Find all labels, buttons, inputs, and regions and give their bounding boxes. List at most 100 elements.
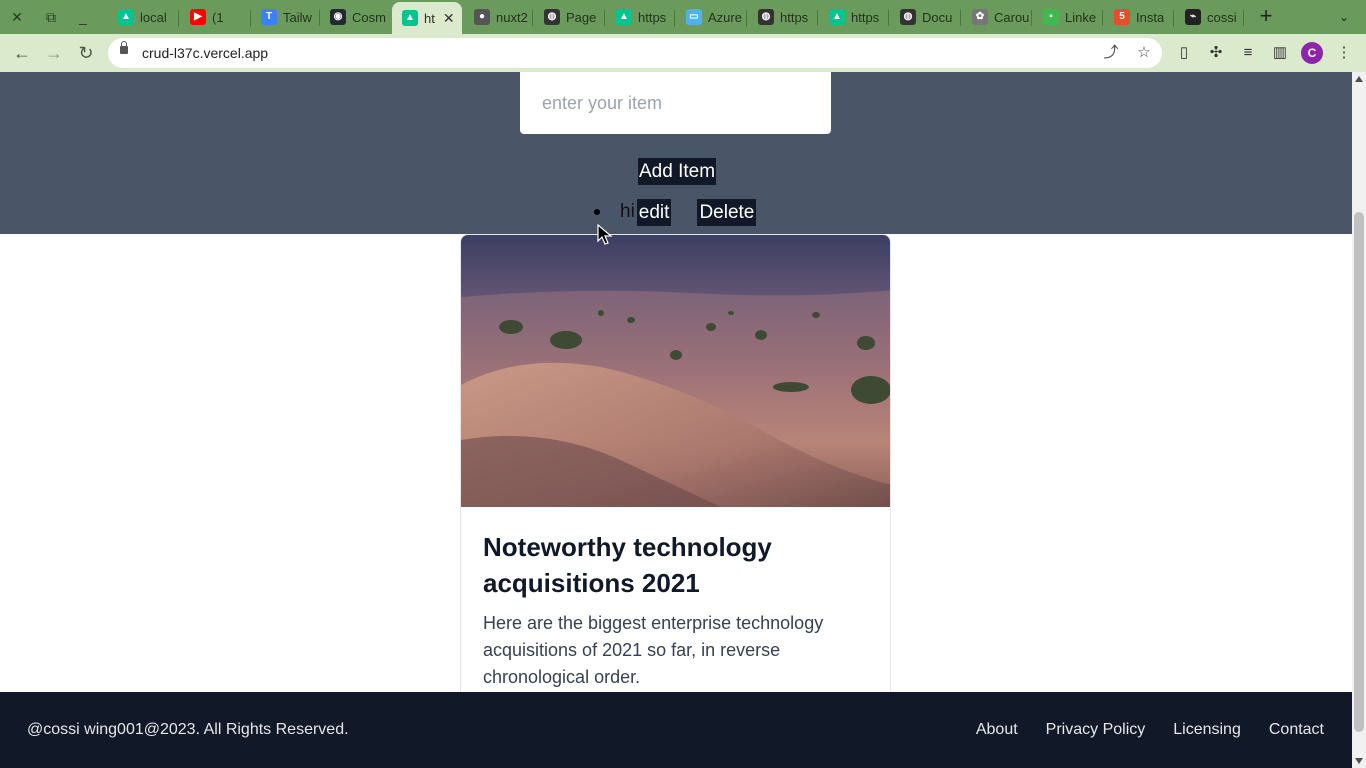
address-bar[interactable]: crud-l37c.vercel.app ⤴ ☆: [108, 38, 1162, 68]
tab-separator: [960, 10, 961, 26]
tab-title: Carou: [994, 9, 1029, 25]
page-viewport: Add Item hi edit Delete: [0, 72, 1352, 768]
tab-search-chevron-icon[interactable]: ⌄: [1333, 6, 1355, 28]
card-title: Noteworthy technology acquisitions 2021: [483, 532, 772, 598]
forward-arrow-icon[interactable]: →: [40, 39, 68, 67]
footer-copyright: @cossi wing001@2023. All Rights Reserved…: [27, 721, 349, 738]
item-input[interactable]: [520, 72, 831, 134]
nuxt-icon: ▲: [402, 10, 418, 26]
edit-button[interactable]: edit: [636, 198, 672, 226]
tab-separator: [1102, 10, 1103, 26]
footer-link-licensing[interactable]: Licensing: [1173, 721, 1241, 739]
tab-title: Insta: [1136, 9, 1165, 25]
browser-tab[interactable]: ◍ Page: [534, 4, 602, 30]
openai-icon: ✿: [972, 9, 988, 25]
tailwind-icon: T: [261, 9, 277, 25]
window-minimize-icon[interactable]: _: [72, 6, 94, 28]
mouse-cursor-icon: [597, 224, 613, 245]
tab-title: https: [851, 9, 880, 25]
youtube-icon: ▶: [190, 9, 206, 25]
vertical-scrollbar[interactable]: [1352, 72, 1366, 768]
browser-tab[interactable]: ◉ Cosm: [320, 4, 388, 30]
browser-tab[interactable]: ◍ https: [748, 4, 815, 30]
window-restore-icon[interactable]: ⧉: [40, 6, 62, 28]
item-text: hi: [620, 201, 635, 222]
tab-separator: [1243, 10, 1244, 26]
share-icon[interactable]: ⤴: [1100, 42, 1122, 64]
folder-icon: ▭: [686, 9, 702, 25]
nuxt-icon: ▲: [829, 9, 845, 25]
tab-separator: [746, 10, 747, 26]
browser-tab[interactable]: ▪ Linke: [1033, 4, 1100, 30]
profile-avatar[interactable]: C: [1301, 42, 1323, 64]
scroll-down-arrow-icon[interactable]: [1355, 758, 1363, 764]
tab-separator: [817, 10, 818, 26]
tab-close-icon[interactable]: ✕: [443, 10, 455, 27]
media-control-icon[interactable]: ≡: [1237, 42, 1259, 64]
browser-tab[interactable]: ⌁ cossi: [1175, 4, 1241, 30]
delete-button[interactable]: Delete: [697, 198, 757, 226]
avatar-icon: ●: [474, 9, 490, 25]
html5-icon: 5: [1114, 9, 1130, 25]
side-panel-icon[interactable]: ▥: [1269, 42, 1291, 64]
crud-form-section: Add Item hi edit Delete: [0, 72, 1352, 234]
globe-icon: ◍: [758, 9, 774, 25]
browser-tab[interactable]: ▲ https: [606, 4, 672, 30]
browser-tab[interactable]: ▶ (1: [180, 4, 248, 30]
bookmark-star-icon[interactable]: ☆: [1133, 42, 1155, 64]
lock-icon[interactable]: [120, 41, 128, 54]
browser-tab[interactable]: ▲ https: [819, 4, 886, 30]
browser-tab[interactable]: ▭ Azure: [676, 4, 744, 30]
tab-title: Azure: [708, 9, 742, 25]
extensions-puzzle-icon[interactable]: ✣: [1205, 42, 1227, 64]
browser-tab[interactable]: ▲ ht ✕: [392, 2, 462, 34]
tab-title: ht: [424, 10, 435, 26]
browser-tab[interactable]: ● nuxt2: [464, 4, 530, 30]
desert-landscape-image: [461, 235, 890, 507]
footer-link-contact[interactable]: Contact: [1269, 721, 1324, 739]
nuxt-icon: ▲: [118, 9, 134, 25]
url-text[interactable]: crud-l37c.vercel.app: [142, 38, 268, 68]
browser-tab-strip: ✕ ⧉ _ ▲ local ▶ (1 T Tailw ◉ Cosm ▲ ht ✕ ● nuxt2 ◍ Pag…: [0, 0, 1366, 34]
tab-title: Page: [566, 9, 597, 25]
add-item-button[interactable]: Add Item: [638, 158, 717, 185]
window-close-icon[interactable]: ✕: [6, 6, 28, 28]
tab-separator: [674, 10, 675, 26]
browser-tab[interactable]: ✿ Carou: [962, 4, 1029, 30]
article-card[interactable]: Noteworthy technology acquisitions 2021 …: [460, 234, 891, 704]
browser-toolbar: ← → ↻ crud-l37c.vercel.app ⤴ ☆ ▯ ✣ ≡ ▥ C…: [0, 34, 1366, 73]
back-arrow-icon[interactable]: ←: [8, 39, 36, 67]
tab-title: local: [140, 9, 167, 25]
scroll-thumb[interactable]: [1354, 212, 1364, 732]
terminal-icon: ⌁: [1185, 9, 1201, 25]
browser-tab[interactable]: ◍ Docu: [890, 4, 958, 30]
linkedin-icon: ▪: [1043, 9, 1059, 25]
tab-title: cossi: [1207, 9, 1237, 25]
new-tab-button[interactable]: +: [1254, 5, 1278, 29]
tab-title: Cosm: [352, 9, 386, 25]
footer-links: About Privacy Policy Licensing Contact: [948, 692, 1324, 768]
bullet-icon: [594, 209, 600, 215]
tab-title: (1: [212, 9, 224, 25]
browser-tab[interactable]: T Tailw: [251, 4, 317, 30]
footer-link-about[interactable]: About: [976, 721, 1018, 739]
globe-icon: ◍: [900, 9, 916, 25]
tab-separator: [1173, 10, 1174, 26]
browser-menu-icon[interactable]: ⋮: [1333, 42, 1355, 64]
tab-title: nuxt2: [496, 9, 528, 25]
tab-title: https: [638, 9, 667, 25]
tab-separator: [604, 10, 605, 26]
globe-icon: ◍: [544, 9, 560, 25]
extension-page-icon[interactable]: ▯: [1173, 42, 1195, 64]
tab-title: Tailw: [283, 9, 312, 25]
tab-separator: [1031, 10, 1032, 26]
list-item: hi edit Delete: [594, 198, 757, 226]
page-footer: @cossi wing001@2023. All Rights Reserved…: [0, 692, 1352, 768]
card-description: Here are the biggest enterprise technolo…: [483, 613, 824, 687]
browser-tab[interactable]: ▲ local: [108, 4, 176, 30]
browser-tab[interactable]: 5 Insta: [1104, 4, 1171, 30]
reload-icon[interactable]: ↻: [72, 39, 100, 67]
tab-separator: [888, 10, 889, 26]
footer-link-privacy-policy[interactable]: Privacy Policy: [1046, 721, 1146, 739]
scroll-up-arrow-icon[interactable]: [1355, 76, 1363, 82]
